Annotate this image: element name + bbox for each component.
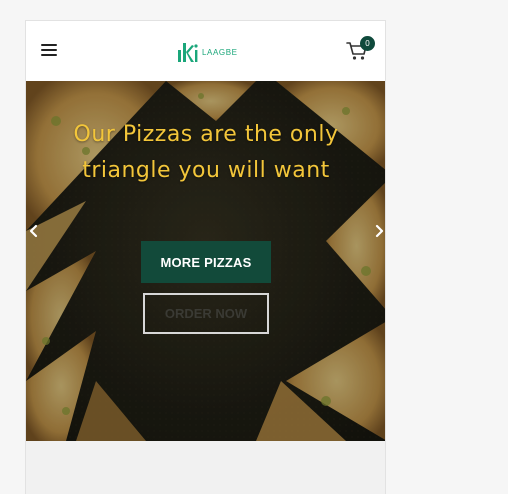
logo-mark-icon: [178, 43, 198, 62]
hero-slider: Our Pizzas are the only triangle you wil…: [26, 81, 385, 441]
top-navbar: LAAGBE 0: [26, 21, 385, 81]
chevron-left-icon[interactable]: [26, 223, 42, 239]
order-now-button[interactable]: ORDER NOW: [143, 293, 269, 334]
logo-text: LAAGBE: [202, 47, 238, 57]
content-area: [26, 441, 385, 494]
hero-headline: Our Pizzas are the only triangle you wil…: [73, 122, 339, 183]
hamburger-icon[interactable]: [41, 43, 57, 57]
cart-count-badge: 0: [360, 36, 375, 51]
more-pizzas-button[interactable]: MORE PIZZAS: [141, 241, 271, 283]
mobile-viewport: LAAGBE 0 Our Pizzas are the only triangl…: [25, 20, 386, 494]
chevron-right-icon[interactable]: [371, 223, 385, 239]
brand-logo[interactable]: LAAGBE: [177, 39, 238, 65]
